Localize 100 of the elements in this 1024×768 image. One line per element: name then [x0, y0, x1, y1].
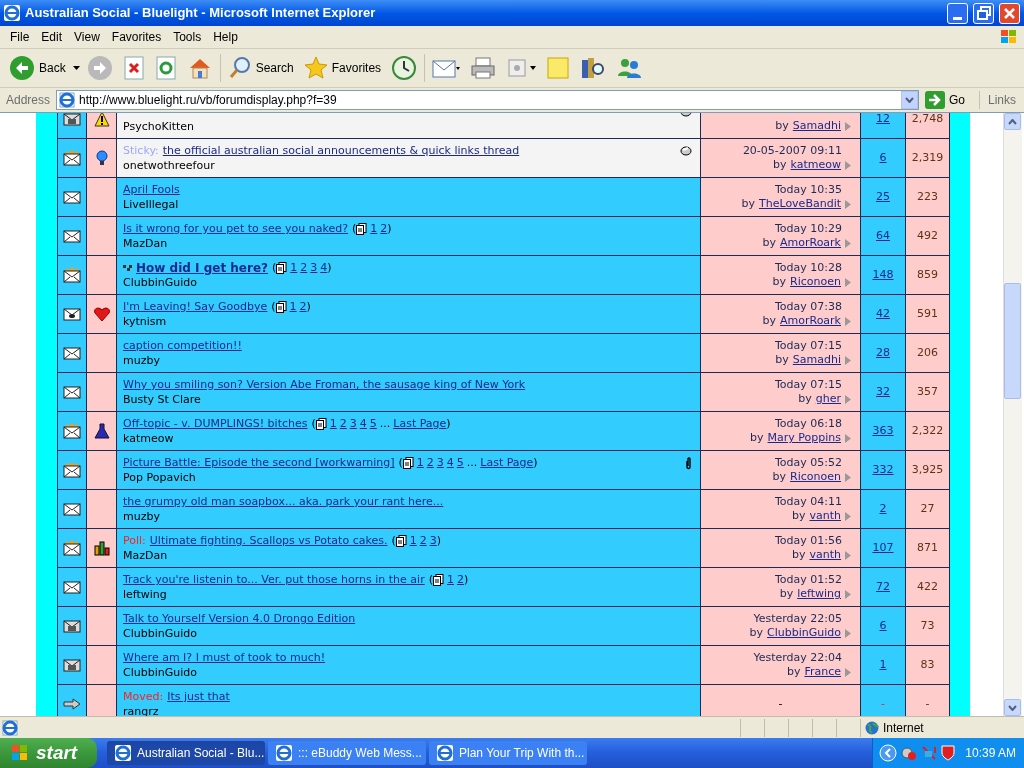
username-link[interactable]: leftwing	[797, 587, 841, 601]
last-post-arrow-icon[interactable]	[845, 628, 851, 638]
thread-title-link[interactable]: Where am I? I must of took to much!	[123, 651, 326, 665]
replies-link[interactable]: 32	[876, 383, 890, 401]
replies-link[interactable]: 42	[876, 305, 890, 323]
page-link[interactable]: 3	[429, 534, 437, 548]
address-field[interactable]: http://www.bluelight.ru/vb/forumdisplay.php?f=39	[56, 90, 919, 110]
page-link[interactable]: 5	[369, 417, 377, 431]
connection-icon[interactable]	[921, 745, 938, 761]
page-link[interactable]: 4	[320, 261, 328, 275]
username-link[interactable]: gher	[815, 392, 841, 406]
last-page-link[interactable]: Last Page	[393, 417, 447, 431]
page-link[interactable]: 2	[339, 417, 347, 431]
last-post-arrow-icon[interactable]	[845, 238, 851, 248]
page-link[interactable]: 2	[380, 222, 388, 236]
close-button[interactable]	[999, 2, 1020, 24]
username-link[interactable]: Riconoen	[790, 470, 841, 484]
maximize-button[interactable]	[973, 2, 994, 24]
replies-link[interactable]: 363	[872, 422, 894, 440]
page-link[interactable]: 1	[409, 534, 417, 548]
thread-title-link[interactable]: Ultimate fighting. Scallops vs Potato cakes.	[149, 534, 388, 548]
back-button[interactable]: Back	[6, 52, 69, 84]
replies-link[interactable]: 6	[879, 617, 887, 635]
page-link[interactable]: 1	[416, 456, 424, 470]
last-post-arrow-icon[interactable]	[845, 589, 851, 599]
last-post-arrow-icon[interactable]	[845, 472, 851, 482]
page-link[interactable]: 3	[436, 456, 444, 470]
username-link[interactable]: vanth	[809, 548, 841, 562]
scroll-up-button[interactable]	[1004, 113, 1021, 130]
last-post-arrow-icon[interactable]	[845, 550, 851, 560]
links-button[interactable]: Links	[984, 91, 1020, 109]
favorites-button[interactable]: Favorites	[300, 52, 385, 84]
menu-item[interactable]: Help	[207, 28, 244, 46]
page-link[interactable]: 1	[446, 573, 454, 587]
thread-title-link[interactable]: Why you smiling son? Version Abe Froman, the sausage king of New York	[123, 378, 526, 392]
username-link[interactable]: France	[804, 665, 841, 679]
replies-link[interactable]: 107	[872, 539, 894, 557]
replies-link[interactable]: 6	[879, 149, 887, 167]
dropdown-button[interactable]	[900, 91, 918, 109]
scrollbar-thumb[interactable]	[1004, 283, 1021, 399]
menu-item[interactable]: View	[68, 28, 106, 46]
page-link[interactable]: 2	[299, 300, 307, 314]
page-link[interactable]: 1	[329, 417, 337, 431]
last-post-arrow-icon[interactable]	[845, 667, 851, 677]
thread-title-link[interactable]: I'm Leaving! Say Goodbye	[123, 300, 268, 314]
replies-link[interactable]: 12	[876, 113, 890, 128]
thread-title-link[interactable]: Track you're listenin to... Ver. put those horns in the air	[123, 573, 425, 587]
thread-title-link[interactable]: the grumpy old man soapbox... aka. park your rant here...	[123, 495, 444, 509]
thread-title-link[interactable]: Its just that	[167, 690, 230, 704]
thread-title-link[interactable]: caption competition!!	[123, 339, 242, 353]
thread-title-link[interactable]: Off-topic - v. DUMPLINGS! bitches	[123, 417, 308, 431]
shield-icon[interactable]	[941, 745, 956, 761]
replies-link[interactable]: 148	[872, 266, 894, 284]
replies-link[interactable]: 64	[876, 227, 890, 245]
thread-title-link[interactable]: How did I get here?	[136, 261, 268, 275]
page-link[interactable]: 2	[419, 534, 427, 548]
page-link[interactable]: 1	[289, 300, 297, 314]
taskbar-button[interactable]: Plan Your Trip With th...	[429, 741, 587, 765]
page-link[interactable]: 3	[349, 417, 357, 431]
last-post-arrow-icon[interactable]	[845, 277, 851, 287]
last-post-arrow-icon[interactable]	[845, 433, 851, 443]
scroll-down-button[interactable]	[1004, 699, 1021, 716]
page-link[interactable]: 4	[446, 456, 454, 470]
start-button[interactable]: start	[0, 738, 97, 768]
username-link[interactable]: AmorRoark	[780, 236, 841, 250]
network-icon[interactable]	[901, 745, 918, 761]
menu-item[interactable]: Favorites	[105, 28, 168, 46]
username-link[interactable]: Samadhi	[792, 353, 841, 367]
thread-title-link[interactable]: Picture Battle: Episode the second [workwarning]	[123, 456, 395, 470]
username-link[interactable]: Samadhi	[792, 119, 841, 133]
replies-link[interactable]: 28	[876, 344, 890, 362]
thread-title-link[interactable]: April Fools	[123, 183, 180, 197]
replies-link[interactable]: 25	[876, 188, 890, 206]
taskbar-button[interactable]: ::: eBuddy Web Mess...	[268, 741, 426, 765]
thread-title-link[interactable]: Is it wrong for you pet to see you naked?	[123, 222, 348, 236]
minimize-button[interactable]	[947, 2, 968, 24]
chevron-left-icon[interactable]	[879, 744, 898, 762]
last-post-arrow-icon[interactable]	[845, 316, 851, 326]
page-link[interactable]: 2	[456, 573, 464, 587]
username-link[interactable]: katmeow	[790, 158, 841, 172]
last-post-arrow-icon[interactable]	[845, 355, 851, 365]
replies-link[interactable]: 332	[872, 461, 894, 479]
page-link[interactable]: 3	[310, 261, 318, 275]
thread-title-link[interactable]: Talk to Yourself Version 4.0 Drongo Edition	[123, 612, 356, 626]
page-link[interactable]: 1	[290, 261, 298, 275]
last-post-arrow-icon[interactable]	[845, 511, 851, 521]
last-post-arrow-icon[interactable]	[845, 394, 851, 404]
username-link[interactable]: TheLoveBandit	[759, 197, 841, 211]
thread-title-link[interactable]: the official australian social announcements & quick links thread	[162, 144, 520, 158]
search-button[interactable]: Search	[224, 52, 297, 84]
replies-link[interactable]: 72	[876, 578, 890, 596]
last-page-link[interactable]: Last Page	[480, 456, 534, 470]
page-link[interactable]: 1	[370, 222, 378, 236]
username-link[interactable]: Riconoen	[790, 275, 841, 289]
menu-item[interactable]: Tools	[167, 28, 208, 46]
last-post-arrow-icon[interactable]	[845, 121, 851, 131]
menu-item[interactable]: File	[4, 28, 36, 46]
taskbar-button[interactable]: Australian Social - Blu...	[107, 741, 265, 765]
replies-link[interactable]: 1	[879, 656, 887, 674]
username-link[interactable]: Mary Poppins	[767, 431, 841, 445]
